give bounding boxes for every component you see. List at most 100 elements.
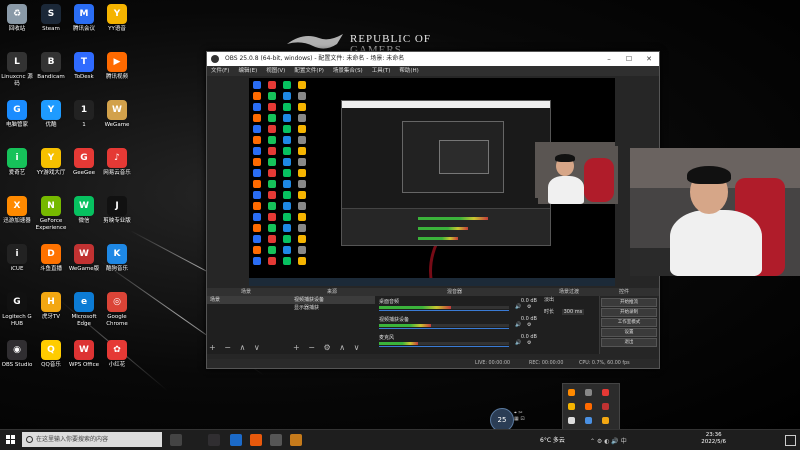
control-button[interactable]: 设置 [601,328,657,337]
tray-app-icon[interactable] [568,417,575,424]
desktop-icon[interactable]: i iCUE [0,244,34,273]
tray-app-icon[interactable] [585,403,592,410]
desktop-icon[interactable]: M 腾讯会议 [67,4,101,33]
desktop-icon[interactable]: W WPS Office [67,340,101,369]
desktop-icon[interactable]: Y YY游戏大厅 [34,148,68,177]
desktop-icon[interactable]: ◎ Google Chrome [100,292,134,327]
obs-title-bar[interactable]: OBS 25.0.8 (64-bit, windows) - 配置文件: 未命名… [207,52,659,66]
scenes-dock[interactable]: 场景 + − ∧ ∨ [207,296,292,354]
windows-start-icon[interactable] [6,435,16,445]
tray-app-icon[interactable] [585,389,592,396]
speaker-icon[interactable]: 🔊 [515,340,521,346]
task-view-icon[interactable] [170,434,182,446]
tray-overflow-popup[interactable] [562,383,620,433]
desktop-icon-label: GeeGee [72,170,96,176]
preview-icon [298,81,306,89]
desktop-icon[interactable]: B Bandicam [34,52,68,81]
gear-icon[interactable]: ⚙ [527,304,531,310]
gear-icon[interactable]: ⚙ [527,340,531,346]
desktop-icon[interactable]: ◉ OBS Studio [0,340,34,369]
app-taskbar-icon[interactable] [290,434,302,446]
app-taskbar-icon[interactable] [270,434,282,446]
desktop-icon-label: 电脑管家 [5,122,28,128]
source-item[interactable]: 显示器捕获 [291,304,375,312]
scenes-toolbar[interactable]: + − ∧ ∨ [209,343,263,352]
control-button[interactable]: 开始推流 [601,298,657,307]
desktop-icon[interactable]: i 爱奇艺 [0,148,34,177]
taskbar-clock[interactable]: 23:36 2022/5/6 [701,432,726,446]
duration-field[interactable]: 300 ms [561,309,585,315]
obs-menu-item[interactable]: 编辑(E) [238,68,257,74]
desktop-icon[interactable]: 11 [67,100,101,129]
preview-icon [268,169,276,177]
desktop-icon[interactable]: K 酷狗音乐 [100,244,134,273]
app-taskbar-icon[interactable] [250,434,262,446]
obs-menu-item[interactable]: 配置文件(P) [294,68,324,74]
control-button[interactable]: 退出 [601,338,657,347]
notification-icon[interactable] [785,435,796,446]
gear-icon[interactable]: ⚙ [527,322,531,328]
desktop-icon[interactable]: N GeForce Experience [34,196,68,231]
source-item[interactable]: 视频捕获设备 [291,296,375,304]
desktop-icon[interactable]: ▶ 腾讯视频 [100,52,134,81]
tray-app-icon[interactable] [585,417,592,424]
tray-app-icon[interactable] [568,389,575,396]
desktop-icon[interactable]: e Microsoft Edge [67,292,101,327]
weather-widget[interactable]: 6°C 多云 [540,435,565,444]
control-button[interactable]: 开始录制 [601,308,657,317]
minimize-icon[interactable]: – [599,52,619,66]
obs-menu-item[interactable]: 帮助(H) [399,68,418,74]
desktop-icon[interactable]: Y YY语音 [100,4,134,33]
desktop-icon[interactable]: T ToDesk [67,52,101,81]
desktop-icon[interactable]: Y 优酷 [34,100,68,129]
close-icon[interactable]: ✕ [639,52,659,66]
float-toolbar[interactable]: ⌖ ✂ ▦ ⊡ [514,410,540,426]
desktop-icon[interactable]: W WeGame [100,100,134,129]
transition-type[interactable]: 淡出 [541,296,599,304]
sources-dock[interactable]: 视频捕获设备 显示器捕获 + − ⚙ ∧ ∨ [291,296,376,354]
tray-icons[interactable]: ⌃ ⚙ ◐ 🔊 中 [590,436,627,445]
desktop-icon[interactable]: S Steam [34,4,68,33]
obs-menu-item[interactable]: 工具(T) [372,68,391,74]
tray-app-icon[interactable] [602,417,609,424]
volume-slider[interactable] [379,310,509,311]
desktop-icon[interactable]: D 斗鱼直播 [34,244,68,273]
tray-app-icon[interactable] [602,389,609,396]
windows-taskbar: 在这里输入你要搜索的内容 6°C 多云 ⌃ ⚙ ◐ 🔊 中 23:36 2022… [0,429,800,450]
transitions-dock[interactable]: 淡出 时长 300 ms [541,296,600,354]
app-taskbar-icon[interactable] [230,434,242,446]
speaker-icon[interactable]: 🔊 [515,322,521,328]
sources-toolbar[interactable]: + − ⚙ ∧ ∨ [293,343,362,352]
desktop-icon[interactable]: G Logitech G HUB [0,292,34,327]
control-button[interactable]: 工作室模式 [601,318,657,327]
obs-window[interactable]: OBS 25.0.8 (64-bit, windows) - 配置文件: 未命名… [206,51,660,369]
audio-mixer-dock[interactable]: 桌面音频 0.0 dB 🔊 ⚙ 视频捕获设备 0.0 dB 🔊 ⚙ 麦克风 0.0 dB 🔊 ⚙ [375,296,542,354]
desktop-icon[interactable]: H 虎牙TV [34,292,68,321]
desktop-icon[interactable]: ✿ 小红花 [100,340,134,369]
desktop-icon[interactable]: W WeGame版 [67,244,101,273]
desktop-icon[interactable]: W 微信 [67,196,101,225]
desktop-icon[interactable]: J 剪映专业版 [100,196,134,225]
desktop-icon-label: WeGame [104,122,130,128]
obs-menu-item[interactable]: 文件(F) [211,68,229,74]
taskbar-search-box[interactable]: 在这里输入你要搜索的内容 [22,432,162,447]
tray-app-icon[interactable] [602,403,609,410]
volume-slider[interactable] [379,346,509,347]
obs-taskbar-icon[interactable] [208,434,220,446]
desktop-icon[interactable]: L Linuxcnc 源码 [0,52,34,87]
obs-menu-item[interactable]: 场景集合(S) [333,68,363,74]
desktop-icon[interactable]: Q QQ音乐 [34,340,68,369]
desktop-icon[interactable]: ♪ 网易云音乐 [100,148,134,177]
speaker-icon[interactable]: 🔊 [515,304,521,310]
desktop-icon[interactable]: X 迅游加速器 [0,196,34,225]
tray-app-icon[interactable] [568,403,575,410]
maximize-icon[interactable]: ☐ [619,52,639,66]
preview-icon [253,103,261,111]
obs-menu-item[interactable]: 视图(V) [266,68,285,74]
desktop-icon-label: iCUE [10,266,24,272]
scene-item[interactable]: 场景 [207,296,291,304]
desktop-icon[interactable]: ♻ 回收站 [0,4,34,33]
volume-slider[interactable] [379,328,509,329]
desktop-icon[interactable]: G GeeGee [67,148,101,177]
desktop-icon[interactable]: G 电脑管家 [0,100,34,129]
